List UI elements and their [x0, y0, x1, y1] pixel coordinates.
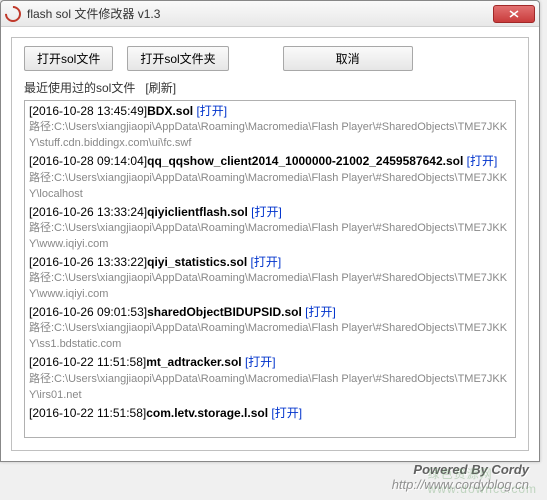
file-name: mt_adtracker.sol: [146, 355, 241, 369]
file-path: 路径:C:\Users\xiangjiaopi\AppData\Roaming\…: [29, 372, 511, 404]
file-name: sharedObjectBIDUPSID.sol: [147, 305, 302, 319]
timestamp: [2016-10-22 11:51:58]: [29, 355, 146, 369]
file-name: qq_qqshow_client2014_1000000-21002_24595…: [147, 154, 463, 168]
recent-files-label: 最近使用过的sol文件 [刷新]: [24, 79, 516, 96]
file-entry: [2016-10-22 11:51:58]mt_adtracker.sol [打…: [29, 354, 511, 403]
refresh-link[interactable]: [刷新]: [145, 81, 176, 95]
timestamp: [2016-10-26 09:01:53]: [29, 305, 147, 319]
timestamp: [2016-10-26 13:33:24]: [29, 205, 147, 219]
open-link[interactable]: [打开]: [268, 406, 302, 420]
app-icon: [2, 2, 25, 25]
file-name: com.letv.storage.l.sol: [146, 406, 268, 420]
file-entry: [2016-10-28 09:14:04]qq_qqshow_client201…: [29, 153, 511, 202]
file-entry: [2016-10-26 09:01:53]sharedObjectBIDUPSI…: [29, 304, 511, 353]
timestamp: [2016-10-28 13:45:49]: [29, 104, 147, 118]
file-entry: [2016-10-22 11:51:58]com.letv.storage.l.…: [29, 405, 511, 422]
cancel-button[interactable]: 取消: [283, 46, 413, 71]
file-entry: [2016-10-28 13:45:49]BDX.sol [打开] 路径:C:\U…: [29, 103, 511, 152]
close-icon: [509, 10, 519, 18]
toolbar: 打开sol文件 打开sol文件夹 取消: [24, 46, 516, 71]
open-folder-button[interactable]: 打开sol文件夹: [127, 46, 228, 71]
file-entry: [2016-10-26 13:33:22]qiyi_statistics.sol…: [29, 254, 511, 303]
watermark: 绿色资源网 www.downcc.com: [428, 465, 537, 496]
watermark-url: www.downcc.com: [428, 482, 537, 496]
open-link[interactable]: [打开]: [247, 255, 281, 269]
window-title: flash sol 文件修改器 v1.3: [27, 5, 493, 22]
close-button[interactable]: [493, 5, 535, 23]
open-file-button[interactable]: 打开sol文件: [24, 46, 113, 71]
content-frame: 打开sol文件 打开sol文件夹 取消 最近使用过的sol文件 [刷新] [20…: [11, 37, 529, 451]
file-path: 路径:C:\Users\xiangjiaopi\AppData\Roaming\…: [29, 321, 511, 353]
file-path: 路径:C:\Users\xiangjiaopi\AppData\Roaming\…: [29, 171, 511, 203]
timestamp: [2016-10-22 11:51:58]: [29, 406, 146, 420]
file-path: 路径:C:\Users\xiangjiaopi\AppData\Roaming\…: [29, 120, 511, 152]
open-link[interactable]: [打开]: [248, 205, 282, 219]
file-list[interactable]: [2016-10-28 13:45:49]BDX.sol [打开] 路径:C:\U…: [24, 100, 516, 438]
app-window: flash sol 文件修改器 v1.3 打开sol文件 打开sol文件夹 取消…: [0, 0, 540, 462]
file-path: 路径:C:\Users\xiangjiaopi\AppData\Roaming\…: [29, 271, 511, 303]
titlebar[interactable]: flash sol 文件修改器 v1.3: [1, 1, 539, 27]
open-link[interactable]: [打开]: [302, 305, 336, 319]
open-link[interactable]: [打开]: [193, 104, 227, 118]
file-entry: [2016-10-26 13:33:24]qiyiclientflash.sol…: [29, 204, 511, 253]
open-link[interactable]: [打开]: [242, 355, 276, 369]
recent-label-text: 最近使用过的sol文件: [24, 81, 135, 95]
file-name: BDX.sol: [147, 104, 193, 118]
timestamp: [2016-10-28 09:14:04]: [29, 154, 147, 168]
file-name: qiyiclientflash.sol: [147, 205, 248, 219]
watermark-cn: 绿色资源网: [428, 467, 493, 481]
file-name: qiyi_statistics.sol: [147, 255, 247, 269]
file-path: 路径:C:\Users\xiangjiaopi\AppData\Roaming\…: [29, 221, 511, 253]
timestamp: [2016-10-26 13:33:22]: [29, 255, 147, 269]
open-link[interactable]: [打开]: [463, 154, 497, 168]
